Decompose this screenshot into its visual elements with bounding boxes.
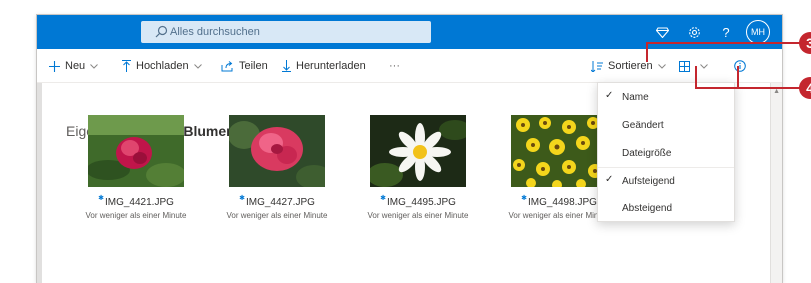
upload-label: Hochladen [136,60,189,72]
sort-option-ascending[interactable]: ✓ Aufsteigend [598,168,734,194]
share-icon [221,60,234,72]
photo-thumbnail [511,115,607,187]
sort-dropdown-menu: ✓ Name Geändert Dateigröße ✓ Aufsteigend… [597,82,735,222]
callout-3-vertical-line [646,42,648,62]
command-bar: Neu Hochladen Teilen Herunterladen ··· S… [37,49,782,83]
sort-option-size[interactable]: Dateigröße [598,140,734,166]
search-placeholder: Alles durchsuchen [170,26,260,38]
new-file-icon: ✱ [239,195,245,202]
vertical-scrollbar[interactable] [770,83,782,283]
chevron-down-icon [700,63,708,69]
upload-icon [122,60,131,72]
file-name: ✱IMG_4421.JPG [98,195,174,208]
callout-badge-3: 3 [799,32,811,54]
left-pane-edge [37,83,42,283]
chevron-down-icon [193,63,202,69]
callout-badge-4: 4 [799,77,811,99]
download-icon [282,60,291,72]
download-button[interactable]: Herunterladen [282,49,366,83]
file-tile[interactable]: ✱IMG_4427.JPG Vor weniger als einer Minu… [212,115,342,220]
new-button[interactable]: Neu [49,49,99,83]
share-button[interactable]: Teilen [221,49,268,83]
share-label: Teilen [239,60,268,72]
file-modified: Vor weniger als einer Minute [226,211,328,220]
more-button[interactable]: ··· [389,49,400,83]
view-button[interactable] [679,49,708,83]
photo-thumbnail [229,115,325,187]
callout-3-horizontal-line [646,42,802,44]
sort-option-descending[interactable]: Absteigend [598,195,734,221]
new-file-icon: ✱ [521,195,527,202]
new-file-icon: ✱ [98,195,104,202]
chevron-down-icon [90,63,99,69]
info-icon [734,60,746,72]
new-label: Neu [65,60,86,72]
file-modified: Vor weniger als einer Minute [85,211,187,220]
checkmark-icon: ✓ [605,174,614,185]
sort-option-modified[interactable]: Geändert [598,112,734,138]
photo-thumbnail [88,115,184,187]
callout-4-left-line [695,66,697,88]
photo-thumbnail [370,115,466,187]
search-icon [155,25,168,43]
sort-icon [591,60,603,72]
file-tile[interactable]: ✱IMG_4421.JPG Vor weniger als einer Minu… [71,115,201,220]
onedrive-window: Alles durchsuchen ? MH Neu Hochladen Tei… [36,14,783,283]
callout-4-right-line [737,66,739,88]
scroll-up-icon[interactable]: ▲ [773,88,780,95]
sort-button[interactable]: Sortieren [591,49,666,83]
callout-4-horizontal-line [695,87,805,89]
download-label: Herunterladen [296,60,366,72]
search-box[interactable]: Alles durchsuchen [141,21,431,43]
upload-button[interactable]: Hochladen [122,49,202,83]
new-file-icon: ✱ [380,195,386,202]
file-name: ✱IMG_4495.JPG [380,195,456,208]
avatar[interactable]: MH [746,20,770,44]
file-tile[interactable]: ✱IMG_4495.JPG Vor weniger als einer Minu… [353,115,483,220]
grid-view-icon [679,60,690,72]
plus-icon [49,60,60,72]
chevron-down-icon [657,63,666,69]
checkmark-icon: ✓ [605,90,614,101]
file-name: ✱IMG_4427.JPG [239,195,315,208]
file-modified: Vor weniger als einer Minute [367,211,469,220]
